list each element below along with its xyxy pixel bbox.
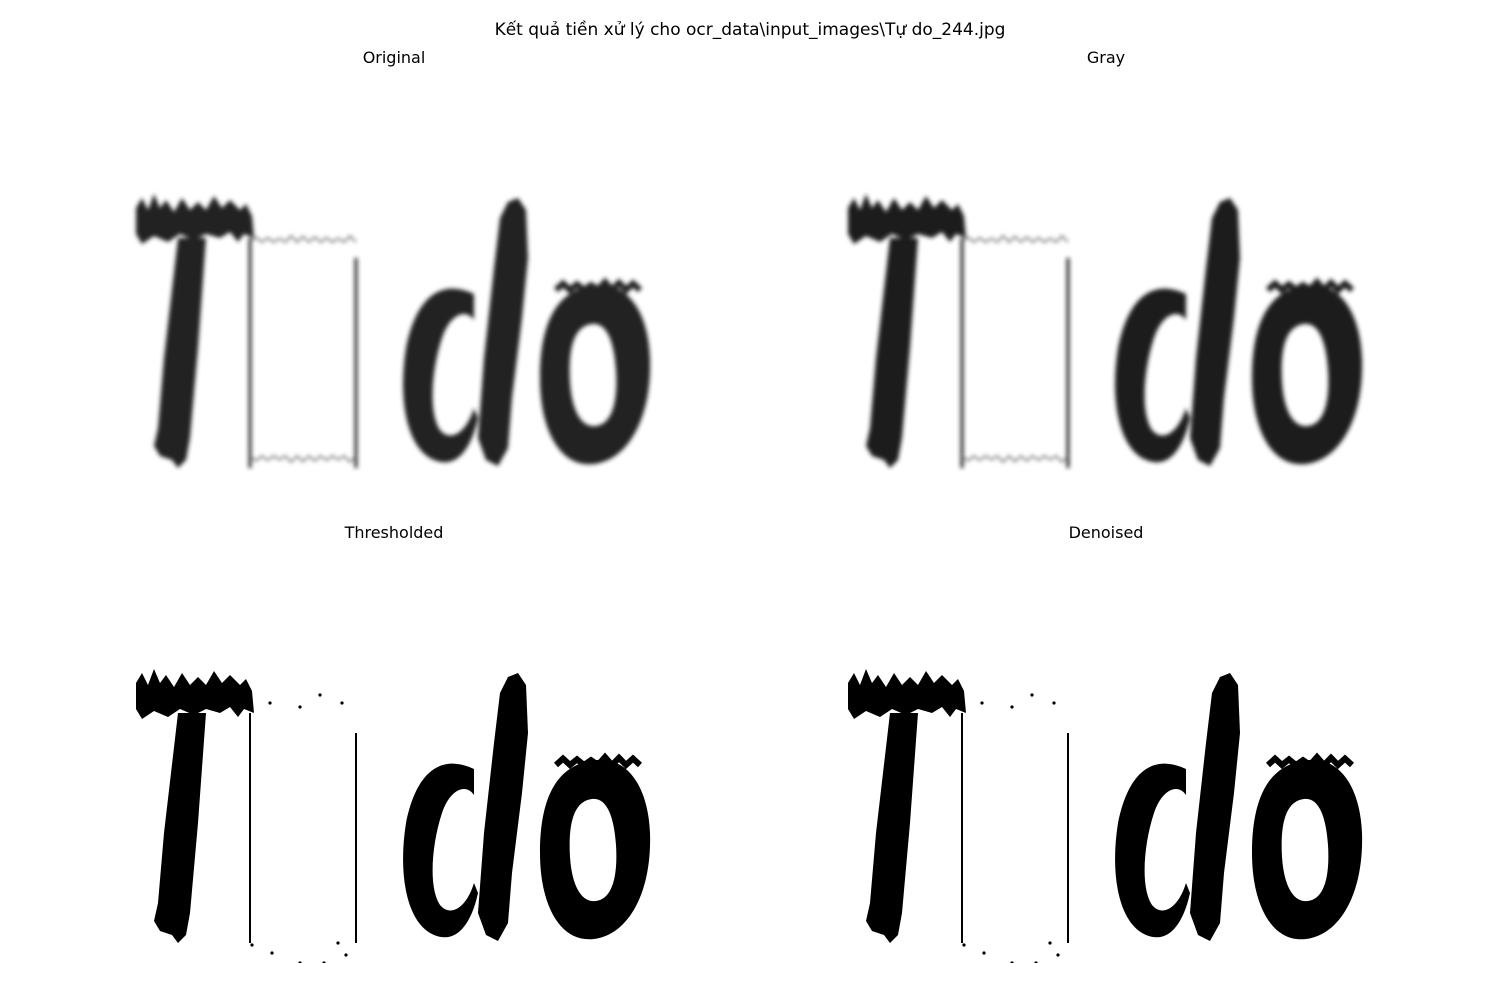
noise-dot (1048, 941, 1052, 945)
letter-t-bar (136, 194, 254, 244)
noise-dot (1056, 953, 1060, 957)
noise-dot (298, 705, 302, 709)
letter-t-bar (848, 669, 966, 719)
noise-dot (1010, 705, 1014, 709)
letter-t-stem (866, 238, 918, 468)
letter-d-stem (478, 198, 528, 466)
noise-dot (250, 943, 254, 947)
word-image-svg (848, 669, 1363, 963)
letter-d-bowl (403, 288, 478, 463)
letter-o-rough-edge (1265, 277, 1355, 295)
noise-dot (1034, 961, 1038, 963)
letter-d-stem (478, 673, 528, 941)
letter-o (540, 284, 651, 465)
letter-o-rough-edge (553, 752, 643, 770)
letter-t-stem (154, 713, 206, 943)
glyph-group (136, 669, 651, 963)
letter-d-bowl (403, 763, 478, 938)
noise-dot (982, 951, 986, 955)
thresholded-image (94, 643, 694, 963)
letter-d-stem (1190, 673, 1240, 941)
noise-dot (980, 701, 984, 705)
missing-glyph-box-top (961, 235, 1069, 243)
noise-dot (340, 701, 344, 705)
panel-title-gray: Gray (1086, 48, 1126, 67)
original-image (94, 168, 694, 528)
letter-t-bar (848, 194, 966, 244)
word-image-svg (848, 194, 1363, 468)
word-image-svg (136, 194, 651, 468)
letter-o (1252, 284, 1363, 465)
letter-d-bowl (1115, 288, 1190, 463)
word-image-svg (136, 669, 651, 963)
glyph-group (848, 669, 1363, 963)
letter-o-rough-edge (553, 277, 643, 295)
noise-dot (1052, 701, 1056, 705)
gray-image (806, 168, 1406, 528)
noise-dot (344, 953, 348, 957)
noise-dot (1010, 961, 1014, 963)
letter-o (1252, 759, 1363, 940)
missing-glyph-box-bottom (961, 455, 1069, 463)
glyph-group (136, 194, 651, 468)
noise-dot (336, 941, 340, 945)
noise-dot (318, 693, 322, 697)
denoised-image (806, 643, 1406, 963)
letter-d-stem (1190, 198, 1240, 466)
noise-dot (298, 961, 302, 963)
noise-dot (962, 943, 966, 947)
letter-d-bowl (1115, 763, 1190, 938)
noise-dot (270, 951, 274, 955)
noise-dot (322, 961, 326, 963)
missing-glyph-box-top (249, 235, 357, 243)
figure-suptitle: Kết quả tiền xử lý cho ocr_data\input_im… (494, 20, 1006, 40)
letter-o-rough-edge (1265, 752, 1355, 770)
letter-t-stem (866, 713, 918, 943)
noise-dot (1030, 693, 1034, 697)
noise-dot (268, 701, 272, 705)
panel-title-original: Original (362, 48, 426, 67)
glyph-group (848, 194, 1363, 468)
letter-t-bar (136, 669, 254, 719)
letter-t-stem (154, 238, 206, 468)
letter-o (540, 759, 651, 940)
missing-glyph-box-bottom (249, 455, 357, 463)
